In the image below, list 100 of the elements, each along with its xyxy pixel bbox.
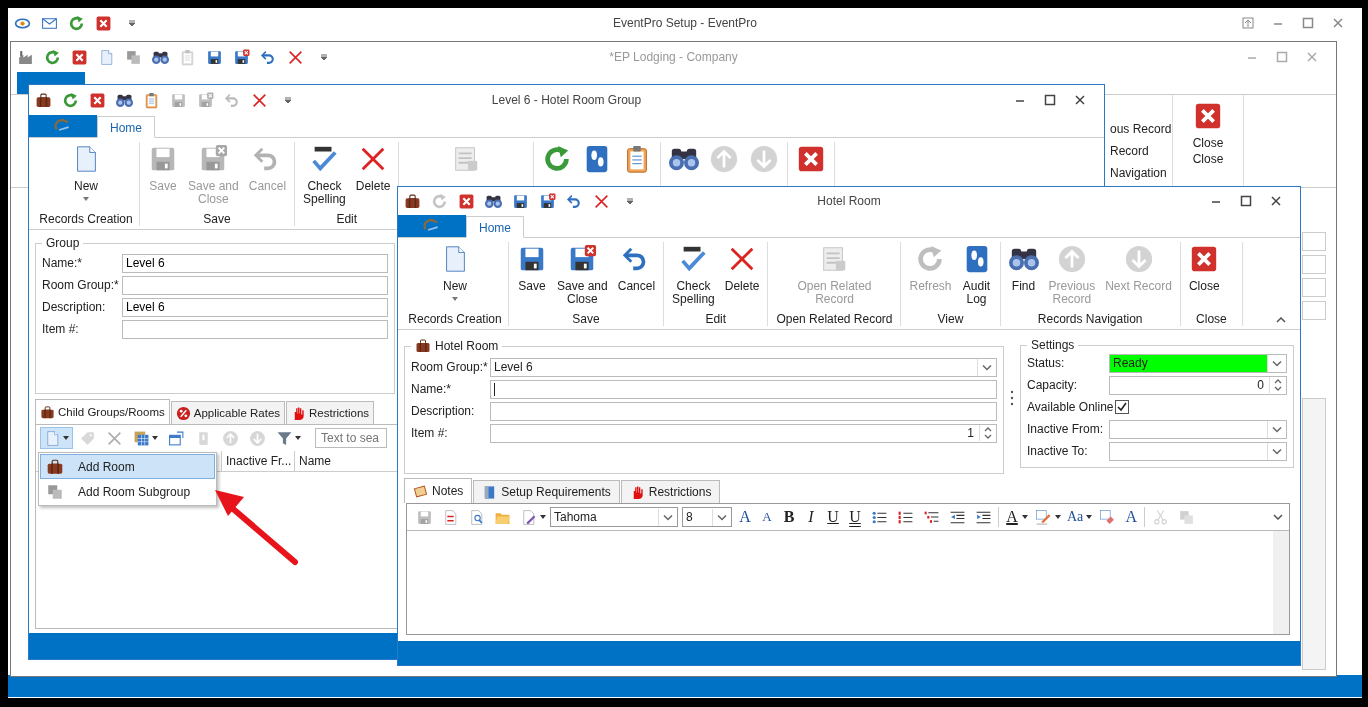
ribbon-group-label: Records Creation	[407, 312, 503, 326]
ribbon-button[interactable]: Check Spelling	[667, 242, 720, 308]
tab[interactable]: Restrictions	[620, 480, 721, 503]
ribbon-button[interactable]: Close	[1183, 242, 1225, 295]
number-field[interactable]: 0	[1109, 375, 1287, 395]
chevron-icon[interactable]	[1273, 514, 1283, 520]
ribbon-button[interactable]: Delete	[350, 142, 396, 195]
ribbon-group-label: Close	[1192, 152, 1224, 166]
caret-icon[interactable]	[320, 53, 328, 61]
menu-item[interactable]: Add Room Subgroup	[40, 479, 215, 504]
caret-icon[interactable]	[540, 515, 546, 519]
italic-button[interactable]: I	[802, 506, 820, 528]
tab[interactable]: Notes	[404, 478, 473, 503]
change-case-button[interactable]: Aa	[1065, 506, 1086, 528]
tab[interactable]: Child Groups/Rooms	[35, 399, 170, 424]
caret-icon	[83, 197, 89, 201]
clipboard-icon[interactable]	[143, 91, 160, 109]
ribbon-button[interactable]: Cancel	[612, 242, 661, 295]
ribbon-button[interactable]: Find	[1003, 242, 1044, 295]
close-icon[interactable]	[95, 14, 112, 32]
font-size-dropdown[interactable]: 8	[682, 507, 732, 527]
ribbon-button[interactable]: Audit Log	[956, 242, 997, 308]
input-field[interactable]	[490, 401, 997, 421]
undo-icon[interactable]	[566, 192, 583, 210]
pin-icon[interactable]	[1242, 17, 1254, 29]
ribbon-tab[interactable]: Home	[97, 116, 155, 138]
font-button[interactable]: A	[1122, 506, 1141, 528]
tab[interactable]: Restrictions	[286, 401, 375, 424]
cross-icon[interactable]	[593, 192, 610, 210]
close-button[interactable]	[1074, 94, 1086, 106]
checkbox[interactable]	[1115, 400, 1129, 414]
refresh-icon[interactable]	[62, 91, 79, 109]
close-icon[interactable]	[71, 48, 88, 66]
ribbon-group-label: Records Navigation	[1036, 312, 1144, 326]
cross-icon[interactable]	[251, 91, 268, 109]
input-field[interactable]	[1302, 232, 1326, 251]
input-field[interactable]	[122, 319, 388, 339]
underline-button[interactable]: U	[824, 506, 842, 528]
undo-icon[interactable]	[260, 48, 277, 66]
tab[interactable]: Setup Requirements	[473, 480, 620, 503]
ribbon-button[interactable]: Check Spelling	[298, 142, 351, 208]
number-field[interactable]: 1	[490, 423, 997, 443]
close-icon	[1193, 101, 1223, 131]
cross-icon[interactable]	[287, 48, 304, 66]
column-header[interactable]: Inactive Fr...	[221, 451, 294, 471]
double-underline-button[interactable]: U	[846, 506, 864, 528]
group-box-title: Group	[45, 236, 81, 250]
column-header[interactable]: Name	[294, 451, 335, 471]
refresh-icon[interactable]	[68, 14, 85, 32]
ribbon-button[interactable]: New	[66, 142, 106, 203]
caret-icon[interactable]	[1055, 515, 1061, 519]
collapse-icon[interactable]	[1276, 317, 1286, 323]
font-color-button[interactable]: A	[1003, 506, 1021, 528]
splitter-handle[interactable]	[1010, 390, 1014, 406]
tab[interactable]: Applicable Rates	[170, 401, 286, 424]
dropdown-field[interactable]	[1109, 441, 1287, 461]
scrollbar[interactable]	[1273, 531, 1289, 634]
dropdown-field[interactable]	[1109, 419, 1287, 439]
ribbon-tab[interactable]: Home	[466, 216, 524, 238]
field-label: Room Group:*	[42, 278, 120, 292]
field-label: Name:*	[42, 256, 83, 270]
copy-icon[interactable]	[125, 48, 142, 66]
group-box-title: Settings	[1030, 338, 1076, 352]
close-icon[interactable]	[458, 192, 475, 210]
input-field[interactable]: Level 6	[122, 253, 388, 273]
bold-button[interactable]: B	[780, 506, 798, 528]
input-field[interactable]	[122, 275, 388, 295]
close-button[interactable]	[1270, 195, 1282, 207]
ribbon-group-label: View	[936, 312, 965, 326]
field-label: Room Group:*	[411, 360, 489, 374]
refresh-icon[interactable]	[44, 48, 61, 66]
input-field[interactable]	[1302, 301, 1326, 320]
suitcase-icon[interactable]	[35, 91, 52, 109]
maximize-button[interactable]	[1044, 94, 1056, 106]
close-ribbon-button[interactable]: Close	[1187, 99, 1229, 152]
caret-icon[interactable]	[128, 19, 136, 27]
caret-icon[interactable]	[284, 96, 292, 104]
menu-item[interactable]: Add Room	[40, 454, 215, 479]
suitcase-icon[interactable]	[404, 192, 421, 210]
input-field[interactable]	[1302, 255, 1326, 274]
maximize-button[interactable]	[1240, 195, 1252, 207]
shrink-font-button[interactable]: A	[758, 506, 776, 528]
ribbon-button[interactable]: Delete	[719, 242, 765, 295]
ribbon-button[interactable]: New	[435, 242, 475, 303]
input-field[interactable]: Level 6	[122, 297, 388, 317]
ribbon-button[interactable]: Save	[512, 242, 552, 295]
caret-icon[interactable]	[626, 197, 634, 205]
caret-icon[interactable]	[1022, 515, 1028, 519]
ribbon-label: ous Record	[1110, 122, 1172, 136]
search-field[interactable]: Text to sea	[315, 428, 387, 448]
input-field[interactable]	[1302, 278, 1326, 297]
close-icon[interactable]	[89, 91, 106, 109]
font-dropdown[interactable]: Tahoma	[550, 507, 678, 527]
ribbon-button[interactable]: Save and Close	[552, 242, 613, 308]
factory-icon[interactable]	[17, 48, 34, 66]
dropdown-field[interactable]: Level 6	[490, 357, 997, 377]
grow-font-button[interactable]: A	[736, 506, 754, 528]
dropdown-field[interactable]: Ready	[1109, 353, 1287, 373]
caret-icon[interactable]	[1086, 515, 1093, 519]
input-field[interactable]	[490, 379, 997, 399]
